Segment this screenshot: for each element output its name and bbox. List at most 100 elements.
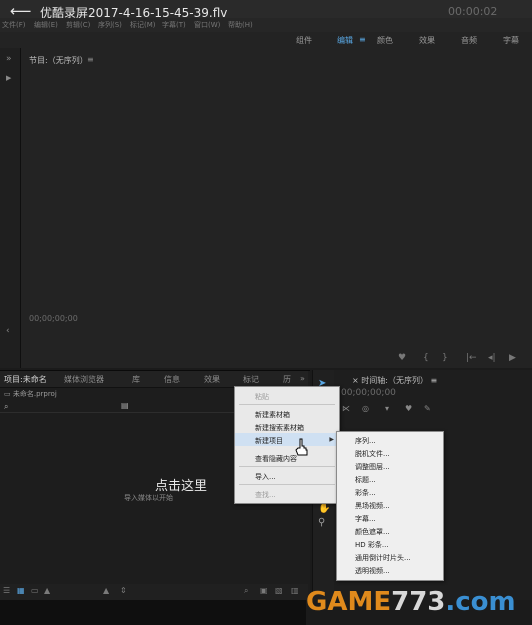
zoom-tool-icon[interactable]: ⚲	[318, 517, 325, 528]
find-icon[interactable]: ⌕	[244, 586, 248, 596]
project-footer: ☰ ▦ ▭ ▲ ▲ ⇕ ⌕ ▣ ▧ ▥	[0, 584, 308, 600]
menu-marker[interactable]: 标记(M)	[130, 20, 156, 30]
menu-clip[interactable]: 剪辑(C)	[66, 20, 90, 30]
menu-help[interactable]: 帮助(H)	[228, 20, 253, 30]
tab-media-browser[interactable]: 媒体浏览器	[64, 374, 104, 385]
submenu-item-captions[interactable]: 字幕...	[355, 514, 376, 524]
tab-project[interactable]: 项目:未命名	[4, 374, 47, 385]
menu-item-label: 新建项目	[255, 437, 283, 445]
menu-divider	[239, 484, 335, 485]
menu-item-new-item[interactable]: 新建项目 ▶	[235, 433, 339, 446]
menu-item-label: 查找...	[255, 491, 276, 499]
wrench-icon[interactable]: ✎	[424, 404, 431, 413]
submenu-item-hd-bars[interactable]: HD 彩条...	[355, 540, 389, 550]
workspace-tab-color[interactable]: 颜色	[377, 35, 393, 46]
snap-icon[interactable]: ⋉	[342, 404, 350, 413]
menu-divider	[239, 466, 335, 467]
menubar: 文件(F) 编辑(E) 剪辑(C) 序列(S) 标记(M) 字幕(T) 窗口(W…	[0, 18, 532, 32]
submenu-item-sequence[interactable]: 序列...	[355, 436, 376, 446]
go-to-in-icon[interactable]: |←	[466, 353, 477, 363]
play-arrow-icon[interactable]: ▶	[6, 74, 11, 82]
collapse-left-icon[interactable]: ‹	[6, 326, 10, 336]
timeline-title[interactable]: × 时间轴:（无序列） ≡	[352, 375, 437, 386]
sort-icon[interactable]: ⇕	[120, 586, 127, 595]
list-view-icon[interactable]: ☰	[3, 586, 10, 595]
tab-history[interactable]: 历	[283, 374, 291, 385]
hand-tool-icon[interactable]: ✋	[318, 503, 330, 514]
add-marker-icon[interactable]: ♥	[398, 353, 406, 363]
marker-icon[interactable]: ♥	[405, 404, 412, 413]
new-item-submenu: 序列... 脱机文件... 调整图层... 标题... 彩条... 黑场视频..…	[336, 431, 444, 581]
watermark-brand: GAME	[306, 587, 392, 617]
timeline-menu-icon[interactable]: ≡	[431, 376, 438, 385]
menu-item-find[interactable]: 查找...	[235, 487, 339, 500]
tab-effects[interactable]: 效果	[204, 374, 220, 385]
add-marker-timeline-icon[interactable]: ▾	[385, 404, 389, 413]
tab-overflow[interactable]: »	[300, 374, 305, 383]
play-icon[interactable]: ▶	[509, 353, 516, 363]
watermark-number: 773	[391, 587, 446, 617]
left-collapsed-panel: » ▶ ‹	[0, 48, 21, 368]
workspace-tab-effects[interactable]: 效果	[419, 35, 435, 46]
bottom-bar	[0, 600, 306, 625]
workspace-bar: 组件 编辑 ≡ 颜色 效果 音频 字幕	[0, 32, 532, 49]
menu-window[interactable]: 窗口(W)	[194, 20, 220, 30]
program-timecode[interactable]: 00;00;00;00	[29, 314, 78, 323]
watermark-suffix: .com	[445, 587, 516, 617]
timeline-timecode[interactable]: 00;00;00;00	[341, 388, 396, 398]
menu-item-view-hidden[interactable]: 查看隐藏内容	[235, 451, 339, 464]
menu-item-import[interactable]: 导入...	[235, 469, 339, 482]
workspace-tab-editing[interactable]: 编辑	[337, 35, 353, 46]
zoom-out-icon[interactable]: ▲	[44, 586, 50, 595]
project-file-label: 未命名.prproj	[12, 390, 57, 398]
submenu-item-title[interactable]: 标题...	[355, 475, 376, 485]
workspace-menu-icon[interactable]: ≡	[359, 35, 366, 44]
submenu-arrow-icon: ▶	[329, 436, 334, 443]
submenu-item-adjustment-layer[interactable]: 调整图层...	[355, 462, 390, 472]
menu-file[interactable]: 文件(F)	[2, 20, 26, 30]
game773-watermark-logo: GAME773.com	[306, 585, 532, 625]
submenu-item-black-video[interactable]: 黑场视频...	[355, 501, 390, 511]
menu-item-new-search-bin[interactable]: 新建搜索素材箱	[235, 420, 339, 433]
zoom-in-icon[interactable]: ▲	[103, 586, 109, 595]
tab-markers[interactable]: 标记	[243, 374, 259, 385]
mark-in-icon[interactable]: {	[423, 353, 429, 363]
mark-out-icon[interactable]: }	[442, 353, 448, 363]
submenu-item-countdown-leader[interactable]: 通用倒计时片头...	[355, 553, 411, 563]
submenu-item-transparent-video[interactable]: 透明视频...	[355, 566, 390, 576]
search-icon[interactable]: ⌕	[4, 402, 8, 412]
submenu-item-offline-file[interactable]: 脱机文件...	[355, 449, 390, 459]
timeline-title-label: 时间轴:（无序列）	[361, 376, 428, 385]
submenu-item-color-matte[interactable]: 颜色遮罩...	[355, 527, 390, 537]
linked-selection-icon[interactable]: ◎	[362, 404, 369, 413]
freeform-view-icon[interactable]: ▭	[31, 586, 39, 595]
icon-view-icon[interactable]: ▦	[17, 586, 25, 595]
panel-menu-icon[interactable]: ≡	[87, 55, 94, 64]
menu-item-label: 新建素材箱	[255, 411, 290, 419]
click-here-label: 点击这里	[155, 479, 208, 494]
clear-icon[interactable]: ▥	[291, 586, 299, 595]
menu-sequence[interactable]: 序列(S)	[98, 20, 122, 30]
step-back-icon[interactable]: ◂|	[488, 353, 496, 363]
new-bin-footer-icon[interactable]: ▣	[260, 586, 268, 595]
menu-item-paste[interactable]: 粘贴	[235, 389, 339, 402]
player-time: 00:00:02	[448, 5, 498, 18]
menu-item-new-bin[interactable]: 新建素材箱	[235, 407, 339, 420]
expand-chevron-icon[interactable]: »	[6, 54, 12, 64]
workspace-tab-audio[interactable]: 音频	[461, 35, 477, 46]
program-monitor-title[interactable]: 节目:（无序列）	[29, 55, 88, 66]
project-file-name: ▭ 未命名.prproj	[4, 390, 57, 398]
menu-title[interactable]: 字幕(T)	[162, 20, 186, 30]
workspace-tab-assembly[interactable]: 组件	[296, 35, 312, 46]
submenu-item-bars-and-tone[interactable]: 彩条...	[355, 488, 376, 498]
tab-info[interactable]: 信息	[164, 374, 180, 385]
menu-item-label: 查看隐藏内容	[255, 455, 297, 463]
import-media-hint[interactable]: 导入媒体以开始	[124, 493, 173, 503]
new-item-icon[interactable]: ▧	[275, 586, 283, 595]
menu-divider	[239, 404, 335, 405]
tab-libraries[interactable]: 库	[132, 374, 140, 385]
menu-edit[interactable]: 编辑(E)	[34, 20, 58, 30]
new-bin-icon[interactable]: ▤	[121, 401, 129, 410]
workspace-tab-titles[interactable]: 字幕	[503, 35, 519, 46]
hand-cursor-icon	[295, 438, 308, 456]
